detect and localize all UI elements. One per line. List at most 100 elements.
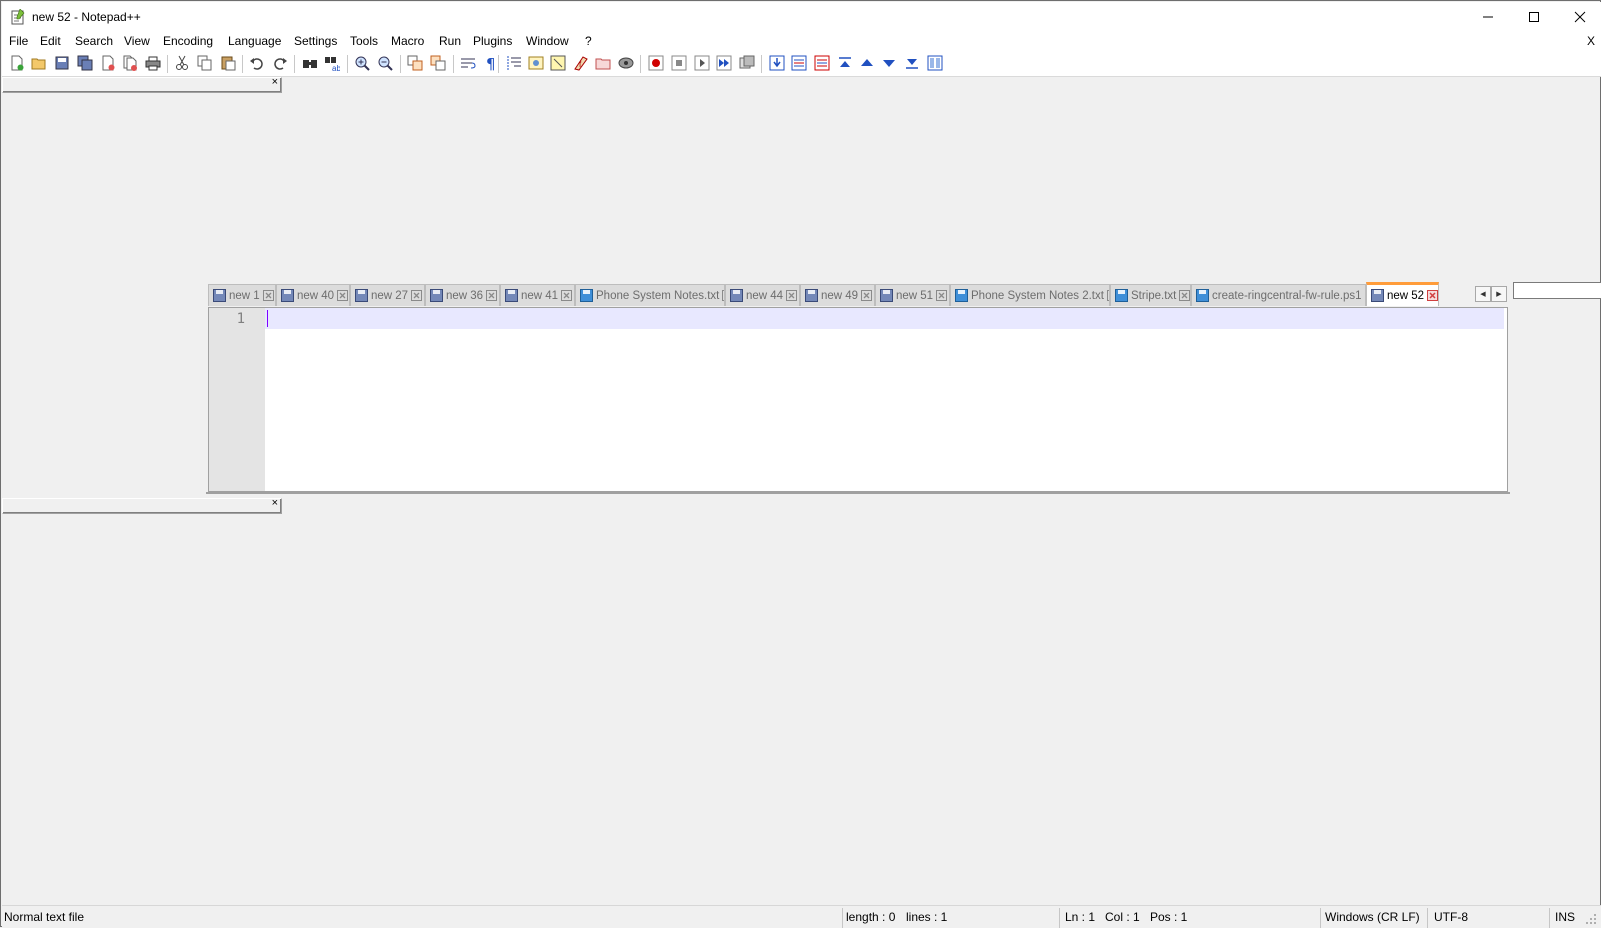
redo-icon[interactable] bbox=[272, 55, 288, 71]
tab-close-icon[interactable] bbox=[1179, 290, 1190, 301]
tab-create-ringcentral-fw-rule[interactable]: create-ringcentral-fw-rule.ps1 bbox=[1191, 284, 1366, 306]
find-icon[interactable] bbox=[302, 55, 318, 71]
close-document-button[interactable]: X bbox=[1587, 34, 1595, 48]
menu-plugins[interactable]: Plugins bbox=[473, 34, 512, 48]
status-eol[interactable]: Windows (CR LF) bbox=[1325, 910, 1420, 924]
zoom-out-icon[interactable] bbox=[377, 55, 393, 71]
sync-horizontal-icon[interactable] bbox=[430, 55, 446, 71]
print-icon[interactable] bbox=[145, 55, 161, 71]
panel-close-button[interactable]: × bbox=[272, 76, 278, 88]
tab-phone-system-notes[interactable]: Phone System Notes.txt bbox=[575, 284, 725, 306]
saved-file-icon bbox=[1196, 289, 1209, 302]
tab-close-icon[interactable] bbox=[786, 290, 798, 301]
tab-new-40[interactable]: new 40 bbox=[276, 284, 350, 306]
tab-label: new 40 bbox=[297, 289, 335, 302]
minimize-button[interactable] bbox=[1465, 2, 1511, 32]
zoom-in-icon[interactable] bbox=[354, 55, 370, 71]
toolbar-separator bbox=[242, 55, 243, 73]
doc-map-icon[interactable] bbox=[550, 55, 566, 71]
run-macro-multiple-icon[interactable] bbox=[716, 55, 732, 71]
tab-close-icon[interactable] bbox=[262, 290, 274, 301]
status-encoding[interactable]: UTF-8 bbox=[1434, 910, 1468, 924]
compare-three-icon[interactable] bbox=[814, 55, 830, 71]
menu-encoding[interactable]: Encoding bbox=[163, 34, 213, 48]
menu-window[interactable]: Window bbox=[526, 34, 569, 48]
tab-close-icon[interactable] bbox=[1427, 290, 1438, 301]
cut-icon[interactable] bbox=[174, 55, 190, 71]
unsaved-file-icon bbox=[355, 289, 368, 302]
tab-new-41[interactable]: new 41 bbox=[500, 284, 575, 306]
tab-close-icon[interactable] bbox=[561, 290, 573, 301]
tab-close-icon[interactable] bbox=[861, 290, 873, 301]
play-macro-icon[interactable] bbox=[694, 55, 710, 71]
save-macro-icon[interactable] bbox=[739, 55, 755, 71]
replace-icon[interactable]: ab bbox=[324, 55, 340, 71]
new-file-icon[interactable] bbox=[9, 55, 25, 71]
minimize-icon bbox=[1483, 16, 1493, 18]
status-file-type: Normal text file bbox=[4, 910, 85, 924]
prev-diff-icon[interactable] bbox=[859, 55, 875, 71]
tab-close-icon[interactable] bbox=[337, 290, 349, 301]
word-wrap-icon[interactable] bbox=[460, 55, 476, 71]
paste-icon[interactable] bbox=[220, 55, 236, 71]
close-all-icon[interactable] bbox=[122, 55, 138, 71]
toolbar-separator bbox=[761, 55, 762, 73]
panel-close-button[interactable]: × bbox=[272, 497, 278, 509]
tab-scroll-right-button[interactable]: ▶ bbox=[1491, 286, 1507, 302]
function-list-icon[interactable]: f bbox=[573, 55, 589, 71]
nav-bar-icon[interactable] bbox=[927, 55, 943, 71]
indent-guide-icon[interactable] bbox=[506, 55, 522, 71]
close-window-button[interactable] bbox=[1557, 2, 1601, 32]
menu-edit[interactable]: Edit bbox=[40, 34, 61, 48]
tab-close-icon[interactable] bbox=[936, 290, 948, 301]
monitoring-icon[interactable] bbox=[618, 55, 634, 71]
notepad-app-icon bbox=[11, 9, 25, 25]
saved-file-icon bbox=[580, 289, 593, 302]
user-define-lang-icon[interactable] bbox=[528, 55, 544, 71]
editor-pane[interactable]: 1 bbox=[208, 307, 1508, 492]
copy-icon[interactable] bbox=[197, 55, 213, 71]
resize-grip-icon[interactable] bbox=[1585, 913, 1597, 925]
svg-text:ab: ab bbox=[332, 64, 340, 71]
folder-as-workspace-icon[interactable] bbox=[595, 55, 611, 71]
close-file-icon[interactable] bbox=[100, 55, 116, 71]
menu-view[interactable]: View bbox=[124, 34, 150, 48]
tab-new-27[interactable]: new 27 bbox=[350, 284, 425, 306]
tab-new-51[interactable]: new 51 bbox=[875, 284, 950, 306]
menu-language[interactable]: Language bbox=[228, 34, 281, 48]
stop-macro-icon[interactable] bbox=[671, 55, 687, 71]
menu-file[interactable]: File bbox=[9, 34, 28, 48]
tab-stripe[interactable]: Stripe.txt bbox=[1110, 284, 1191, 306]
menu-help[interactable]: ? bbox=[585, 34, 592, 48]
last-diff-icon[interactable] bbox=[904, 55, 920, 71]
next-diff-icon[interactable] bbox=[881, 55, 897, 71]
sync-vertical-icon[interactable] bbox=[407, 55, 423, 71]
tab-scroll-left-button[interactable]: ◀ bbox=[1475, 286, 1491, 302]
compare-two-icon[interactable] bbox=[791, 55, 807, 71]
tab-new-44[interactable]: new 44 bbox=[725, 284, 800, 306]
tab-label: new 51 bbox=[896, 289, 934, 302]
menu-tools[interactable]: Tools bbox=[350, 34, 378, 48]
first-diff-icon[interactable] bbox=[837, 55, 853, 71]
record-macro-icon[interactable] bbox=[648, 55, 664, 71]
undo-icon[interactable] bbox=[249, 55, 265, 71]
menu-macro[interactable]: Macro bbox=[391, 34, 424, 48]
maximize-button[interactable] bbox=[1511, 2, 1557, 32]
tab-new-52-active[interactable]: new 52 bbox=[1366, 282, 1439, 306]
chevron-right-icon: ▶ bbox=[1496, 291, 1502, 298]
tab-new-1[interactable]: new 1 bbox=[208, 284, 276, 306]
menu-search[interactable]: Search bbox=[75, 34, 113, 48]
tab-new-49[interactable]: new 49 bbox=[800, 284, 875, 306]
save-icon[interactable] bbox=[54, 55, 70, 71]
menu-settings[interactable]: Settings bbox=[294, 34, 337, 48]
open-file-icon[interactable] bbox=[31, 55, 47, 71]
show-all-chars-icon[interactable]: ¶ bbox=[483, 55, 499, 71]
status-insert-mode[interactable]: INS bbox=[1555, 910, 1575, 924]
tab-close-icon[interactable] bbox=[486, 290, 498, 301]
tab-close-icon[interactable] bbox=[411, 290, 423, 301]
compare-icon[interactable] bbox=[769, 55, 785, 71]
menu-run[interactable]: Run bbox=[439, 34, 461, 48]
tab-phone-system-notes-2[interactable]: Phone System Notes 2.txt bbox=[950, 284, 1110, 306]
tab-new-36[interactable]: new 36 bbox=[425, 284, 500, 306]
save-all-icon[interactable] bbox=[77, 55, 93, 71]
